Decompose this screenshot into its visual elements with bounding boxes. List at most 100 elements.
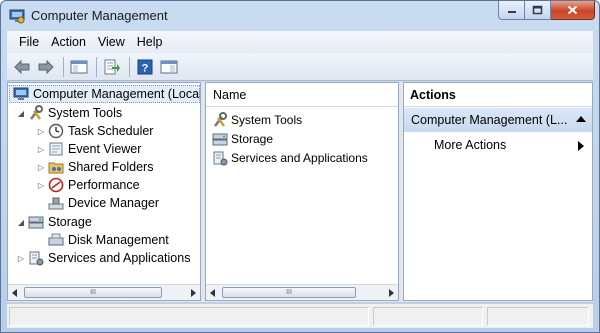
maximize-button[interactable] <box>525 1 551 20</box>
shared-folders-icon <box>48 162 64 174</box>
tree-item-disk-management[interactable]: Disk Management <box>36 231 169 249</box>
menu-bar: File Action View Help <box>7 31 593 53</box>
toolbar-separator <box>63 56 64 77</box>
tree-item-shared-folders[interactable]: ▷ Shared Folders <box>36 158 154 176</box>
svg-text:?: ? <box>142 62 149 74</box>
toolbar: ? <box>7 53 593 81</box>
caption-buttons <box>498 1 595 21</box>
tree-item-services-and-applications[interactable]: ▷ Services and Applications <box>16 249 190 267</box>
expanded-arrow-icon[interactable]: ◢ <box>16 109 26 118</box>
scroll-right-arrow-icon[interactable] <box>389 289 394 297</box>
tree-item-label: Performance <box>68 178 140 192</box>
horizontal-scrollbar[interactable]: III <box>206 284 398 300</box>
forward-button[interactable] <box>35 56 57 78</box>
collapsed-arrow-icon[interactable]: ▷ <box>36 145 46 154</box>
scroll-left-arrow-icon[interactable] <box>12 289 17 297</box>
status-section <box>9 307 369 326</box>
collapsed-arrow-icon[interactable]: ▷ <box>36 127 46 136</box>
list-item-storage[interactable]: Storage <box>212 130 273 148</box>
actions-section-computer-management[interactable]: Computer Management (L... <box>404 108 592 132</box>
collapse-up-arrow-icon[interactable] <box>576 116 586 122</box>
list-item-label: System Tools <box>231 113 303 127</box>
action-pane-icon <box>160 60 178 73</box>
scroll-left-arrow-icon[interactable] <box>210 289 215 297</box>
tools-icon <box>214 112 227 127</box>
title-bar[interactable]: Computer Management <box>1 1 599 31</box>
storage-icon <box>28 216 44 229</box>
close-button[interactable] <box>551 1 595 20</box>
actions-section-label: Computer Management (L... <box>411 113 568 127</box>
back-button[interactable] <box>11 56 33 78</box>
clock-icon <box>48 123 64 139</box>
status-section <box>487 307 589 326</box>
scroll-thumb[interactable]: III <box>222 287 356 298</box>
help-button[interactable]: ? <box>134 56 156 78</box>
more-actions-link[interactable]: More Actions <box>434 138 506 152</box>
menu-file[interactable]: File <box>13 35 45 49</box>
status-bar <box>7 303 593 328</box>
list-item-label: Storage <box>231 132 274 146</box>
window: Computer Management File Action View Hel… <box>0 0 600 333</box>
column-header-label: Name <box>213 87 247 102</box>
submenu-arrow-icon[interactable] <box>578 141 584 151</box>
tree-item-label: Shared Folders <box>68 160 154 174</box>
tree-item-event-viewer[interactable]: ▷ Event Viewer <box>36 140 142 158</box>
export-list-button[interactable] <box>101 56 123 78</box>
tree-item-label: Device Manager <box>68 196 160 210</box>
console-tree-icon <box>70 60 88 73</box>
disk-icon <box>48 233 64 246</box>
results-pane: Name System Tools Storage Services and A… <box>205 82 399 301</box>
list-item-system-tools[interactable]: System Tools <box>212 111 302 129</box>
show-hide-action-pane-button[interactable] <box>158 56 180 78</box>
tree-item-label: Event Viewer <box>68 142 142 156</box>
tree-item-task-scheduler[interactable]: ▷ Task Scheduler <box>36 122 153 140</box>
collapsed-arrow-icon[interactable]: ▷ <box>36 163 46 172</box>
toolbar-separator <box>129 56 130 77</box>
event-viewer-icon <box>49 142 63 156</box>
tree-item-storage[interactable]: ◢ Storage <box>16 213 92 231</box>
expanded-arrow-icon[interactable]: ◢ <box>16 218 26 227</box>
content-area: Computer Management (Local ◢ System Tool… <box>7 82 593 302</box>
menu-action[interactable]: Action <box>45 35 92 49</box>
collapsed-arrow-icon[interactable]: ▷ <box>36 181 46 190</box>
tree-item-label: Services and Applications <box>48 251 191 265</box>
back-arrow-icon <box>14 59 30 74</box>
maximize-icon <box>532 5 543 15</box>
minimize-icon <box>507 11 516 13</box>
tree-item-label: Task Scheduler <box>68 124 154 138</box>
export-list-icon <box>104 59 120 74</box>
list-item-label: Services and Applications <box>231 151 368 165</box>
console-tree-pane: Computer Management (Local ◢ System Tool… <box>7 82 201 301</box>
menu-help[interactable]: Help <box>131 35 169 49</box>
close-icon <box>567 5 578 15</box>
tree-item-device-manager[interactable]: Device Manager <box>36 194 159 212</box>
scroll-right-arrow-icon[interactable] <box>191 289 196 297</box>
collapsed-arrow-icon[interactable]: ▷ <box>16 254 26 263</box>
scroll-thumb[interactable]: III <box>24 287 162 298</box>
tree-item-performance[interactable]: ▷ Performance <box>36 176 140 194</box>
menu-view[interactable]: View <box>92 35 131 49</box>
column-header-name[interactable]: Name <box>206 83 398 107</box>
services-icon <box>29 251 44 266</box>
help-icon: ? <box>137 59 153 74</box>
tools-icon <box>30 105 43 120</box>
forward-arrow-icon <box>38 59 54 74</box>
tree-root[interactable]: Computer Management (Local <box>9 85 200 103</box>
storage-icon <box>212 133 228 146</box>
status-section <box>373 307 483 326</box>
services-icon <box>213 151 228 166</box>
actions-header: Actions <box>404 83 592 107</box>
actions-pane: Actions Computer Management (L... More A… <box>403 82 593 301</box>
device-manager-icon <box>48 197 64 210</box>
list-item-services-and-applications[interactable]: Services and Applications <box>212 149 368 167</box>
minimize-button[interactable] <box>498 1 525 20</box>
performance-icon <box>48 177 64 193</box>
show-hide-console-tree-button[interactable] <box>68 56 90 78</box>
tree-root-label: Computer Management (Local <box>33 87 201 101</box>
computer-management-icon <box>9 9 25 24</box>
tree-item-system-tools[interactable]: ◢ System Tools <box>16 104 122 122</box>
tree-item-label: Disk Management <box>68 233 169 247</box>
computer-management-icon <box>13 87 29 100</box>
window-title: Computer Management <box>31 8 168 23</box>
horizontal-scrollbar[interactable]: III <box>8 284 200 300</box>
